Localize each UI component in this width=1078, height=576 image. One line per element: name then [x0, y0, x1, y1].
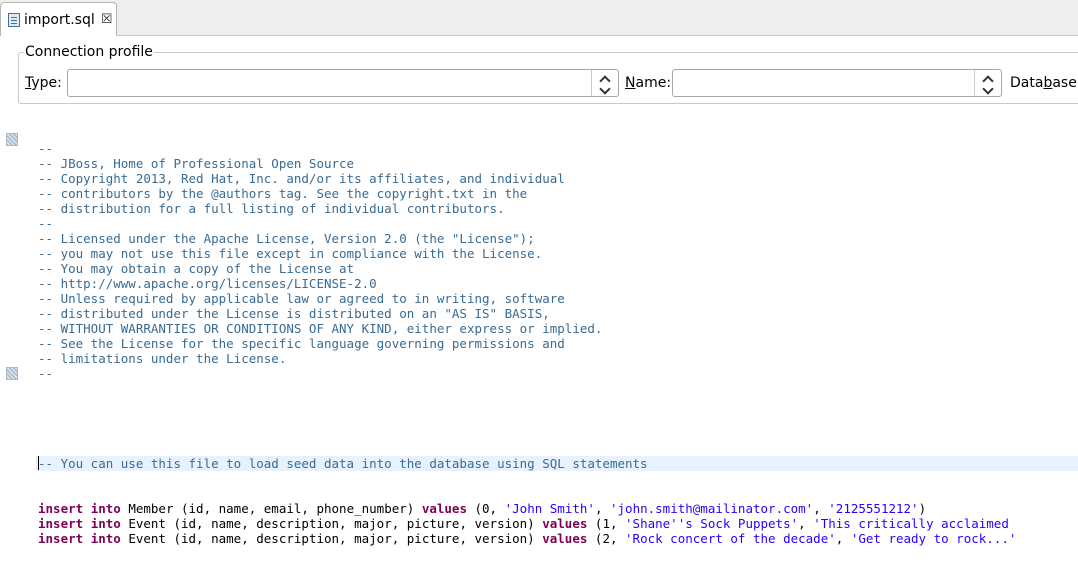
name-combo-button[interactable]: [974, 70, 1001, 96]
comment-line: -- You may obtain a copy of the License …: [38, 261, 355, 276]
comment-line: -- Unless required by applicable law or …: [38, 291, 565, 306]
comment-line: -- distributed under the License is dist…: [38, 306, 550, 321]
string-literal: 'Shane''s Sock Puppets': [625, 516, 799, 531]
comment-line: --: [38, 366, 54, 381]
statement-target: Member (id, name, email, phone_number): [120, 501, 422, 516]
values-prefix: (2,: [587, 531, 626, 546]
code-area[interactable]: -- -- JBoss, Home of Professional Open So…: [36, 111, 1078, 576]
sql-statement-line: insert into Event (id, name, description…: [38, 531, 1078, 546]
comment-line: -- Copyright 2013, Red Hat, Inc. and/or …: [38, 171, 565, 186]
close-icon[interactable]: ☒: [101, 12, 113, 27]
type-combo[interactable]: [67, 69, 619, 97]
string-literal: 'This critically acclaimed: [813, 516, 1009, 531]
comment-line: -- you may not use this file except in c…: [38, 246, 543, 261]
separator: ,: [813, 501, 829, 516]
comment-line: -- See the License for the specific lang…: [38, 336, 565, 351]
annotation-marker[interactable]: [6, 133, 18, 146]
license-comment-block: -- -- JBoss, Home of Professional Open So…: [38, 141, 1078, 381]
name-combo[interactable]: [672, 69, 1002, 97]
comment-line: -- contributors by the @authors tag. See…: [38, 186, 528, 201]
keyword-insert: insert: [38, 516, 84, 531]
connection-profile-legend: Connection profile: [24, 44, 154, 60]
keyword-into: into: [90, 501, 121, 516]
string-literal: 'John Smith': [504, 501, 595, 516]
keyword-insert: insert: [38, 531, 84, 546]
type-label: Type:: [25, 75, 62, 91]
type-combo-button[interactable]: [591, 70, 618, 96]
keyword-values: values: [542, 531, 588, 546]
string-literal: 'Get ready to rock...': [850, 531, 1017, 546]
keyword-values: values: [421, 501, 467, 516]
comment-line: -- JBoss, Home of Professional Open Sour…: [38, 156, 355, 171]
sql-statement-line: insert into Member (id, name, email, pho…: [38, 501, 1078, 516]
keyword-into: into: [90, 531, 121, 546]
string-literal: '2125551212': [828, 501, 919, 516]
string-literal: 'Rock concert of the decade': [625, 531, 836, 546]
comment-line: --: [38, 216, 54, 231]
statement-tail: ): [918, 501, 927, 516]
chevron-updown-icon: [982, 74, 994, 95]
comment-line: --: [38, 141, 54, 156]
statement-target: Event (id, name, description, major, pic…: [120, 516, 543, 531]
current-line: -- You can use this file to load seed da…: [36, 456, 1078, 471]
sql-file-icon: [8, 12, 20, 27]
comment-line: -- http://www.apache.org/licenses/LICENS…: [38, 276, 377, 291]
keyword-values: values: [542, 516, 588, 531]
sql-statements: insert into Member (id, name, email, pho…: [38, 501, 1078, 546]
separator: ,: [798, 516, 814, 531]
tab-import-sql[interactable]: import.sql ☒: [0, 2, 117, 36]
statement-target: Event (id, name, description, major, pic…: [120, 531, 543, 546]
comment-line: -- distribution for a full listing of in…: [38, 201, 505, 216]
overview-ruler: [0, 109, 20, 446]
tab-label: import.sql: [24, 11, 95, 28]
database-label: Database:: [1010, 75, 1078, 91]
keyword-insert: insert: [38, 501, 84, 516]
chevron-updown-icon: [599, 74, 611, 95]
seed-comment: -- You can use this file to load seed da…: [38, 456, 648, 471]
keyword-into: into: [90, 516, 121, 531]
annotation-marker[interactable]: [6, 367, 18, 380]
values-prefix: (1,: [587, 516, 626, 531]
comment-line: -- Licensed under the Apache License, Ve…: [38, 231, 535, 246]
editor-tab-bar: import.sql ☒: [0, 0, 1078, 36]
string-literal: 'john.smith@mailinator.com': [610, 501, 814, 516]
sql-editor[interactable]: -- -- JBoss, Home of Professional Open So…: [0, 109, 1078, 546]
separator: ,: [835, 531, 851, 546]
comment-line: -- WITHOUT WARRANTIES OR CONDITIONS OF A…: [38, 321, 603, 336]
comment-line: -- limitations under the License.: [38, 351, 287, 366]
sql-statement-line: insert into Event (id, name, description…: [38, 516, 1078, 531]
name-label: Name:: [625, 75, 672, 91]
values-prefix: (0,: [466, 501, 505, 516]
separator: ,: [594, 501, 610, 516]
